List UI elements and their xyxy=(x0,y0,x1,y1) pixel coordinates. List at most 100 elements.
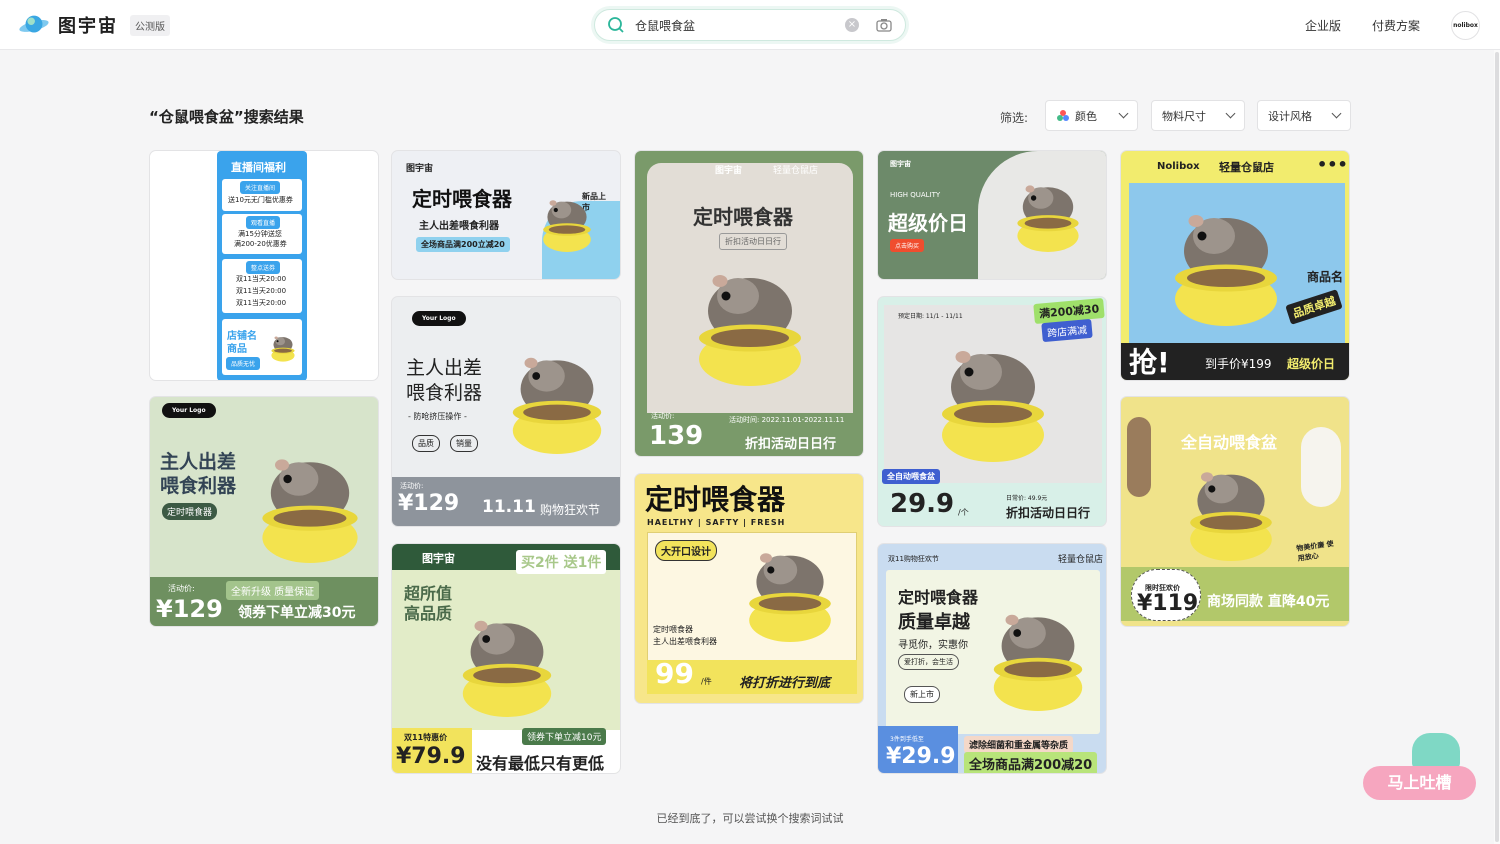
camera-search-icon[interactable] xyxy=(875,16,893,34)
card-text: 折扣活动日日行 xyxy=(1006,506,1091,520)
planet-logo-icon xyxy=(19,15,49,33)
card-text: 日常价: 49.9元 xyxy=(1006,495,1048,502)
card-title: 质量卓越 xyxy=(898,612,970,633)
beta-badge: 公测版 xyxy=(130,14,170,36)
enterprise-link[interactable]: 企业版 xyxy=(1305,17,1341,34)
filter-style[interactable]: 设计风格 xyxy=(1257,100,1351,131)
buy-button[interactable]: 点击购买 xyxy=(890,239,925,252)
card-text: 双11当天20:00 xyxy=(236,299,287,307)
more-icon[interactable]: ••• xyxy=(1317,155,1348,174)
filter-label: 筛选: xyxy=(1000,111,1029,125)
result-card-7[interactable]: 定时喂食器 HAELTHY | SAFTY | FRESH 大开口设计 定时喂食… xyxy=(634,473,864,704)
card-text: 活动价: xyxy=(400,482,424,490)
result-card-1[interactable]: 直播间福利 关注直播间 送10元无门槛优惠券 观看直播 满15分钟送您 满200… xyxy=(149,150,379,381)
filter-color[interactable]: 颜色 xyxy=(1045,100,1138,131)
card-price: 139 xyxy=(649,421,704,451)
result-card-6[interactable]: Your Logo 主人出差 喂食利器 - 防呛挤压操作 - 品质 销量 活动价… xyxy=(391,296,621,527)
card-logo: Nolibox xyxy=(1157,161,1200,172)
color-wheel-icon xyxy=(1057,109,1069,121)
card-tag: 买2件 送1件 xyxy=(516,550,607,574)
card-text: 轻量仓鼠店 xyxy=(1219,161,1274,174)
hamster-image xyxy=(1175,215,1277,326)
card-text: 没有最低只有更低 xyxy=(476,754,605,773)
result-card-11[interactable]: 图宇宙 买2件 送1件 超所值 高品质 双11特惠价 领券下单立减10元 ¥79… xyxy=(391,543,621,774)
result-card-12[interactable]: 双11购物狂欢节 轻量仓鼠店 定时喂食器 质量卓越 寻觅你，实惠你 爱打折，会生… xyxy=(877,543,1107,774)
end-of-results-text: 已经到底了，可以尝试换个搜索词试试 xyxy=(656,812,844,825)
avatar[interactable]: nolibox xyxy=(1451,11,1480,40)
card-text: 满15分钟送您 xyxy=(238,230,282,238)
page-title: “仓鼠喂食盆”搜索结果 xyxy=(149,108,304,126)
card-text: 折扣活动日日行 xyxy=(719,233,787,250)
chevron-down-icon xyxy=(1331,108,1342,119)
card-text: 领券下单立减10元 xyxy=(522,728,607,745)
scrollbar[interactable] xyxy=(1494,50,1500,844)
feedback-button[interactable]: 马上吐槽 xyxy=(1363,766,1476,800)
card-text: HIGH QUALITY xyxy=(890,191,941,199)
search-input[interactable] xyxy=(635,18,825,32)
card-price: ¥129 xyxy=(156,595,223,623)
card-title: 主人出差 xyxy=(160,451,237,473)
card-logo: 图宇宙 xyxy=(406,164,434,174)
card-text: 3件到手低至 xyxy=(890,736,924,743)
result-card-2[interactable]: 图宇宙 定时喂食器 主人出差喂食利器 全场商品满200立减20 新品上市 xyxy=(391,150,621,280)
card-text: 商场同款 直降40元 xyxy=(1207,594,1330,610)
card-text: 11.11 xyxy=(482,497,536,517)
card-title: 定时喂食器 xyxy=(412,187,512,211)
pricing-link[interactable]: 付费方案 xyxy=(1372,17,1420,34)
card-logo: 图宇宙 xyxy=(890,160,911,168)
filter-style-label: 设计风格 xyxy=(1268,109,1312,123)
card-text: 全场商品满200立减20 xyxy=(416,237,510,252)
card-badge: 物美价廉 使用放心 xyxy=(1295,539,1335,563)
card-tag: 品质 xyxy=(412,435,440,452)
card-text: 定时喂食器 xyxy=(653,625,693,634)
card-text: 将打折进行到底 xyxy=(739,676,831,691)
card-title: 定时喂食器 xyxy=(693,205,793,229)
card-title: 全自动喂食盆 xyxy=(1181,433,1278,452)
card-text: 全新升级 质量保证 xyxy=(226,581,320,600)
card-title: 主人出差 xyxy=(406,357,483,379)
search-box[interactable]: × xyxy=(594,9,906,41)
card-text: 品质无忧 xyxy=(226,357,261,370)
search-icon xyxy=(608,17,624,33)
card-tag: 定时喂食器 xyxy=(162,503,218,520)
hamster-image xyxy=(699,275,801,386)
card-text: 活动价: xyxy=(168,584,195,593)
logo[interactable]: 图宇宙 公测版 xyxy=(18,12,170,38)
result-card-8[interactable]: 预定日期: 11/1 - 11/11 满200减30 跨店满减 全自动喂食盆 2… xyxy=(877,296,1107,527)
card-text: 商品名 xyxy=(1307,270,1344,284)
card-text: 折扣活动日日行 xyxy=(745,437,837,452)
card-text: 寻觅你，实惠你 xyxy=(898,640,968,651)
card-text: 活动价: xyxy=(651,412,675,420)
result-card-3[interactable]: 图宇宙 轻量仓鼠店 定时喂食器 折扣活动日日行 活动价: 139 活动时间: 2… xyxy=(634,150,864,457)
card-text: 超级价日 xyxy=(1287,357,1336,371)
clear-search-icon[interactable]: × xyxy=(845,18,859,32)
card-text: 轻量仓鼠店 xyxy=(1058,555,1104,565)
filter-size[interactable]: 物料尺寸 xyxy=(1151,100,1245,131)
card-text: 双11特惠价 xyxy=(404,733,448,742)
mascot-icon xyxy=(1412,733,1460,769)
filter-size-label: 物料尺寸 xyxy=(1162,109,1206,123)
card-price: 99 xyxy=(655,657,694,690)
card-title: 喂食利器 xyxy=(160,475,237,497)
card-logo: 图宇宙 xyxy=(715,166,743,176)
card-tag: 新上市 xyxy=(904,686,940,703)
hamster-image xyxy=(543,200,591,252)
card-price: ¥119 xyxy=(1137,591,1199,616)
result-card-5[interactable]: Nolibox 轻量仓鼠店 ••• 商品名 品质卓越 抢! 到手价¥199 超级… xyxy=(1120,150,1350,381)
card-text: 整点送券 xyxy=(246,261,281,274)
card-text: 送10元无门槛优惠券 xyxy=(228,196,293,204)
card-text: 滤除细菌和重金属等杂质 xyxy=(964,736,1074,753)
top-bar: 图宇宙 公测版 × 企业版 付费方案 nolibox xyxy=(0,0,1500,50)
result-card-9[interactable]: Your Logo 主人出差 喂食利器 定时喂食器 活动价: 全新升级 质量保证… xyxy=(149,396,379,627)
result-card-10[interactable]: 全自动喂食盆 物美价廉 使用放心 限时狂欢价 ¥119 商场同款 直降40元 xyxy=(1120,396,1350,627)
card-title: 定时喂食器 xyxy=(645,483,786,516)
hamster-image xyxy=(512,357,602,454)
result-card-4[interactable]: 图宇宙 HIGH QUALITY 超级价日 点击购买 xyxy=(877,150,1107,280)
card-price: ¥29.9 xyxy=(886,744,956,769)
card-text: 活动时间: 2022.11.01-2022.11.11 xyxy=(729,416,845,424)
card-logo: Your Logo xyxy=(412,311,466,326)
hamster-image xyxy=(1190,472,1272,561)
card-text: 关注直播间 xyxy=(240,181,281,194)
card-tag: 爱打折，会生活 xyxy=(898,654,959,670)
card-text: 观看直播 xyxy=(246,216,281,229)
